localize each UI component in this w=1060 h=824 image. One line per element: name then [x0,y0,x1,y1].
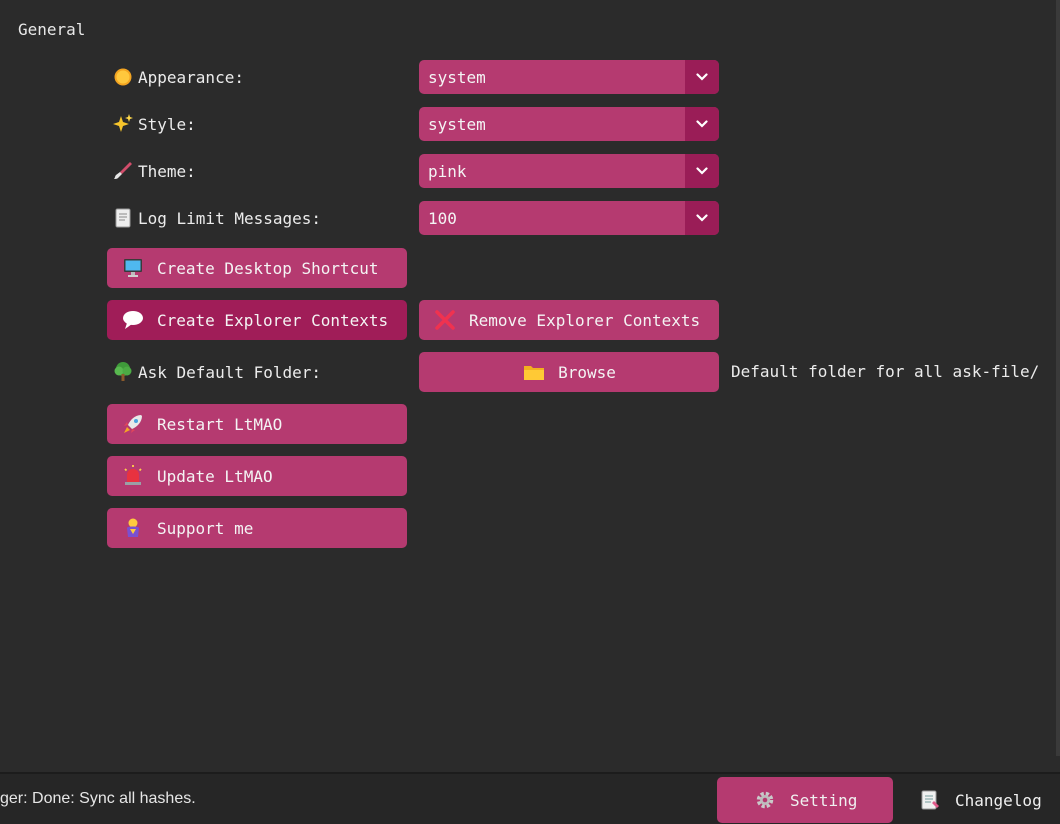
create-explorer-contexts-label: Create Explorer Contexts [157,310,389,330]
folder-icon [522,360,546,384]
rocket-icon [121,412,145,436]
theme-label-row: Theme: [112,157,196,185]
theme-select[interactable]: pink [419,154,719,188]
tab-setting[interactable]: Setting [717,777,893,823]
chevron-down-icon[interactable] [685,107,719,141]
gear-icon [754,789,776,811]
desktop-computer-icon [121,256,145,280]
tab-setting-label: Setting [790,790,858,810]
ask-folder-hint: Default folder for all ask-file/ [731,362,1040,381]
section-title: General [18,20,86,39]
ask-folder-label: Ask Default Folder: [138,362,322,382]
ask-folder-label-row: Ask Default Folder: [112,358,321,386]
log-limit-label-row: Log Limit Messages: [112,204,321,232]
sun-icon [112,66,134,88]
cross-mark-icon [433,308,457,332]
support-label: Support me [157,518,254,538]
status-bar: ger: Done: Sync all hashes. Setting Chan… [0,772,1060,824]
memo-icon [919,789,941,811]
restart-button[interactable]: Restart LtMAO [107,404,407,444]
create-desktop-shortcut-button[interactable]: Create Desktop Shortcut [107,248,407,288]
chevron-down-icon[interactable] [685,60,719,94]
tree-icon [112,361,134,383]
appearance-select[interactable]: system [419,60,719,94]
support-button[interactable]: Support me [107,508,407,548]
browse-button[interactable]: Browse [419,352,719,392]
chevron-down-icon[interactable] [685,154,719,188]
speech-bubble-icon [121,308,145,332]
remove-explorer-contexts-button[interactable]: Remove Explorer Contexts [419,300,719,340]
style-label-row: Style: [112,110,196,138]
tab-changelog-label: Changelog [955,790,1042,810]
log-limit-label: Log Limit Messages: [138,208,322,228]
create-explorer-contexts-button[interactable]: Create Explorer Contexts [107,300,407,340]
restart-label: Restart LtMAO [157,414,283,434]
remove-explorer-contexts-label: Remove Explorer Contexts [469,310,701,330]
appearance-label-row: Appearance: [112,63,244,91]
sparkles-icon [112,113,134,135]
theme-label: Theme: [138,161,196,181]
log-limit-select[interactable]: 100 [419,201,719,235]
scrollbar[interactable] [1056,0,1060,756]
style-label: Style: [138,114,196,134]
theme-value: pink [428,161,467,181]
log-limit-value: 100 [428,208,457,228]
browse-label: Browse [558,362,616,382]
update-label: Update LtMAO [157,466,273,486]
style-select[interactable]: system [419,107,719,141]
update-button[interactable]: Update LtMAO [107,456,407,496]
style-value: system [428,114,486,134]
bowing-person-icon [121,516,145,540]
page-icon [112,207,134,229]
status-message: ger: Done: Sync all hashes. [0,790,196,807]
create-desktop-shortcut-label: Create Desktop Shortcut [157,258,379,278]
appearance-value: system [428,67,486,87]
siren-icon [121,464,145,488]
chevron-down-icon[interactable] [685,201,719,235]
paintbrush-icon [112,160,134,182]
tab-changelog[interactable]: Changelog [906,777,1056,823]
appearance-label: Appearance: [138,67,244,87]
